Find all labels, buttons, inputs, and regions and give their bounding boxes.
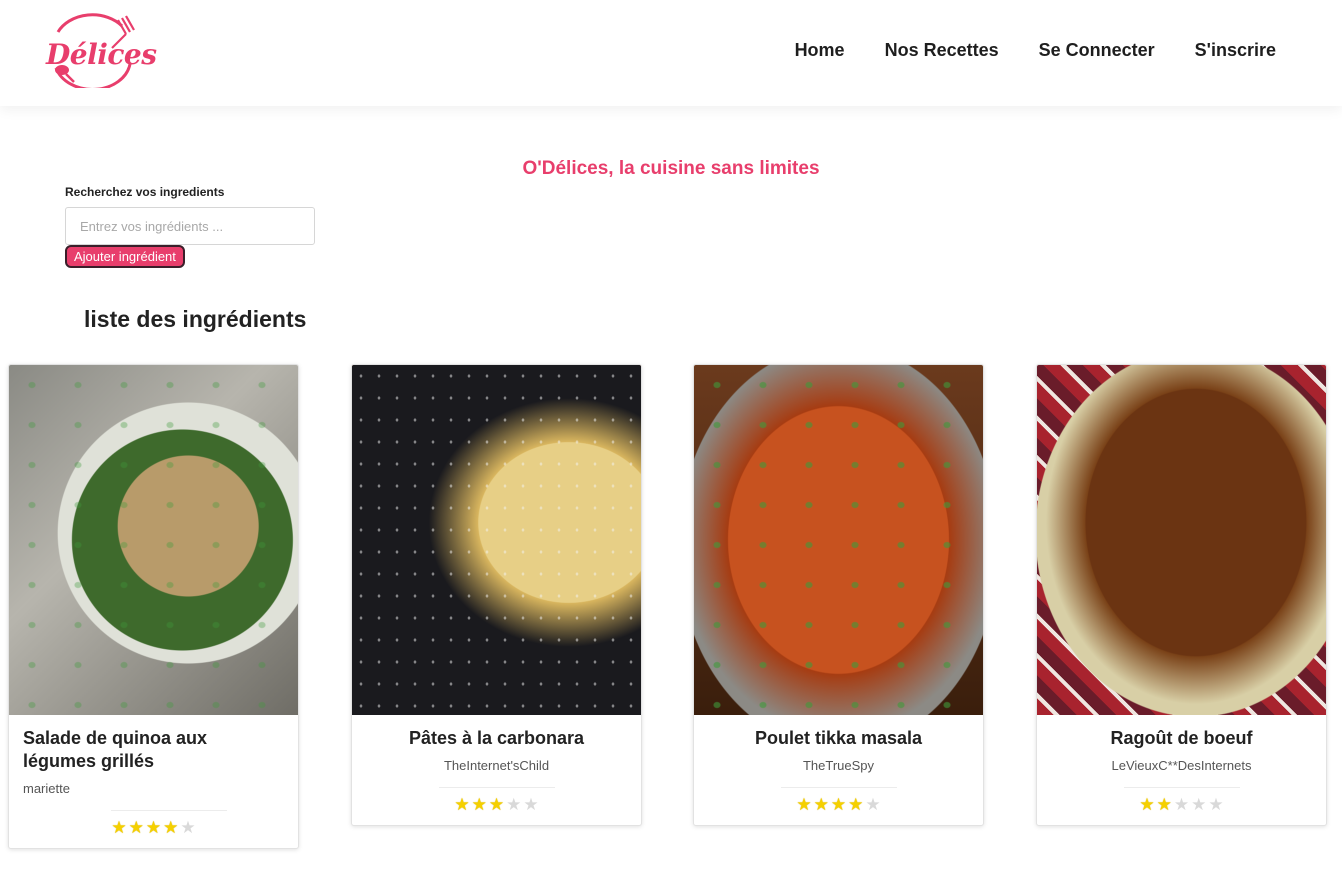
recipe-card[interactable]: Pâtes à la carbonara TheInternet'sChild … bbox=[351, 364, 642, 826]
star-filled-icon: ★ bbox=[848, 795, 864, 814]
recipe-title: Poulet tikka masala bbox=[754, 728, 923, 748]
star-filled-icon: ★ bbox=[796, 795, 812, 814]
site-header: Délices Home Nos Recettes Se Connecter S… bbox=[0, 0, 1342, 106]
recipe-card[interactable]: Poulet tikka masala TheTrueSpy ★ ★ ★ ★ ★ bbox=[693, 364, 984, 826]
rating-stars: ★ ★ ★ ★ ★ bbox=[366, 796, 627, 813]
star-filled-icon: ★ bbox=[471, 795, 487, 814]
star-filled-icon: ★ bbox=[813, 795, 829, 814]
star-filled-icon: ★ bbox=[145, 818, 162, 837]
star-empty-icon: ★ bbox=[523, 795, 539, 814]
star-empty-icon: ★ bbox=[865, 795, 881, 814]
page-tagline: O'Délices, la cuisine sans limites bbox=[522, 158, 820, 179]
rating-stars: ★ ★ ★ ★ ★ bbox=[1051, 796, 1312, 813]
search-label: Recherchez vos ingredients bbox=[65, 185, 225, 199]
recipe-card[interactable]: Ragoût de boeuf LeVieuxC**DesInternets ★… bbox=[1036, 364, 1327, 826]
card-divider bbox=[1123, 787, 1240, 788]
star-empty-icon: ★ bbox=[1173, 795, 1190, 814]
recipe-image bbox=[1037, 365, 1326, 715]
star-empty-icon: ★ bbox=[180, 818, 196, 837]
recipe-card[interactable]: Salade de quinoa aux légumes grillés mar… bbox=[8, 364, 299, 849]
recipe-title: Ragoût de boeuf bbox=[1110, 728, 1253, 748]
recipe-author: mariette bbox=[23, 781, 70, 796]
recipe-author: TheInternet'sChild bbox=[443, 758, 550, 773]
recipe-title: Salade de quinoa aux légumes grillés bbox=[23, 728, 208, 771]
main-nav: Home Nos Recettes Se Connecter S'inscrir… bbox=[795, 40, 1276, 61]
star-filled-icon: ★ bbox=[111, 818, 127, 837]
star-filled-icon: ★ bbox=[1139, 795, 1155, 814]
recipe-image bbox=[694, 365, 983, 715]
star-filled-icon: ★ bbox=[1156, 795, 1172, 814]
rating-stars: ★ ★ ★ ★ ★ bbox=[23, 819, 284, 836]
recipe-image bbox=[9, 365, 298, 715]
ingredient-list-title: liste des ingrédients bbox=[84, 306, 307, 332]
logo-text: Délices bbox=[46, 38, 157, 71]
recipe-title: Pâtes à la carbonara bbox=[408, 728, 585, 748]
nav-signup[interactable]: S'inscrire bbox=[1195, 40, 1276, 61]
star-empty-icon: ★ bbox=[506, 795, 522, 814]
star-empty-icon: ★ bbox=[1191, 795, 1207, 814]
recipe-author: TheTrueSpy bbox=[802, 758, 875, 773]
card-divider bbox=[780, 787, 897, 788]
recipe-author: LeVieuxC**DesInternets bbox=[1111, 758, 1252, 773]
ingredient-search-input[interactable] bbox=[65, 207, 315, 245]
star-filled-icon: ★ bbox=[454, 795, 470, 814]
add-ingredient-button[interactable]: Ajouter ingrédient bbox=[65, 245, 185, 268]
star-filled-icon: ★ bbox=[163, 818, 179, 837]
star-filled-icon: ★ bbox=[128, 818, 144, 837]
card-divider bbox=[111, 810, 227, 811]
rating-stars: ★ ★ ★ ★ ★ bbox=[708, 796, 969, 813]
star-filled-icon: ★ bbox=[830, 795, 847, 814]
star-filled-icon: ★ bbox=[488, 795, 505, 814]
card-divider bbox=[438, 787, 555, 788]
nav-login[interactable]: Se Connecter bbox=[1039, 40, 1155, 61]
nav-recipes[interactable]: Nos Recettes bbox=[885, 40, 999, 61]
star-empty-icon: ★ bbox=[1208, 795, 1224, 814]
recipe-image bbox=[352, 365, 641, 715]
nav-home[interactable]: Home bbox=[795, 40, 845, 61]
site-logo[interactable]: Délices bbox=[40, 12, 157, 91]
